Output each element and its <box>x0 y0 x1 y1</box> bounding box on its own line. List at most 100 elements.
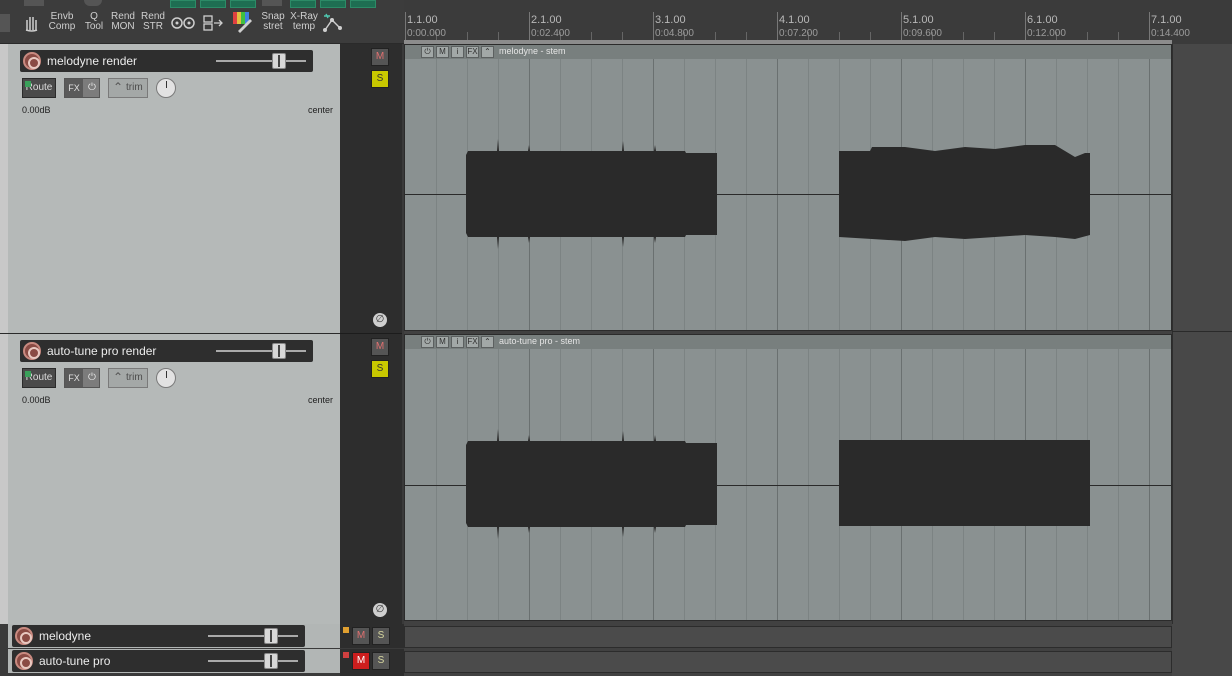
envb-comp-button[interactable]: Envb Comp <box>48 12 76 32</box>
fx-bypass-icon[interactable]: ⏻ <box>84 369 100 387</box>
rend-mon-button[interactable]: Rend MON <box>108 12 138 32</box>
track-name[interactable]: melodyne <box>39 629 91 643</box>
fx-label[interactable]: FX <box>65 369 83 387</box>
phase-invert-icon[interactable]: ∅ <box>373 603 387 617</box>
item-mute-icon[interactable]: M <box>436 46 449 58</box>
toolbar-icon-top[interactable] <box>262 0 282 6</box>
toolbar-icon-top[interactable] <box>84 0 102 6</box>
solo-button[interactable]: S <box>372 652 390 670</box>
xray-temp-button[interactable]: X-Ray temp <box>288 12 320 32</box>
toolbar-icon-top[interactable] <box>24 0 44 6</box>
rend-str-button[interactable]: Rend STR <box>138 12 168 32</box>
pan-knob[interactable] <box>156 78 176 98</box>
item-envelope-icon[interactable]: ⌃ <box>481 46 494 58</box>
mute-button[interactable]: M <box>371 338 389 356</box>
route-arrow-icon[interactable] <box>202 13 224 33</box>
tape-reel-icon[interactable] <box>171 14 197 32</box>
track-control-panel[interactable]: melodyne render Route FX ⏻ trim 0.00dB c… <box>0 44 340 334</box>
fx-button[interactable]: FX ⏻ <box>64 368 100 388</box>
media-item[interactable]: ⏻ M i FX ⌃ melodyne - stem <box>404 44 1172 331</box>
toolbar-green-button[interactable] <box>290 0 316 8</box>
waveform <box>466 139 1090 249</box>
arrange-empty-area[interactable] <box>1172 44 1232 624</box>
mute-button[interactable]: M <box>371 48 389 66</box>
reaper-window: Envb Comp Q Tool Rend MON Rend STR Snap stret <box>0 0 1232 676</box>
fx-button[interactable]: FX ⏻ <box>64 78 100 98</box>
route-button[interactable]: Route <box>22 78 56 98</box>
item-header[interactable]: ⏻ M i FX ⌃ auto-tune pro - stem <box>405 335 1171 349</box>
item-power-icon[interactable]: ⏻ <box>421 46 434 58</box>
snap-stret-button[interactable]: Snap stret <box>258 12 288 32</box>
volume-fader-track[interactable] <box>208 660 298 662</box>
track-name[interactable]: auto-tune pro render <box>47 344 156 358</box>
trim-button[interactable]: trim <box>108 78 148 98</box>
fx-label[interactable]: FX <box>65 79 83 97</box>
record-arm-button[interactable] <box>23 52 41 70</box>
track-lane[interactable] <box>404 651 1172 673</box>
arrange-view[interactable]: ⏻ M i FX ⌃ melodyne - stem ⏻ M i FX ⌃ au… <box>404 44 1232 676</box>
ruler-major-tick <box>529 12 530 40</box>
item-info-icon[interactable]: i <box>451 46 464 58</box>
solo-button[interactable]: S <box>371 360 389 378</box>
record-arm-button[interactable] <box>15 652 33 670</box>
fx-bypass-icon[interactable]: ⏻ <box>84 79 100 97</box>
phase-invert-icon[interactable]: ∅ <box>373 313 387 327</box>
envelope-nodes-icon[interactable] <box>322 12 344 34</box>
item-header-icons: ⏻ M i FX ⌃ <box>421 336 494 348</box>
mute-button[interactable]: M <box>352 627 370 645</box>
track-name[interactable]: auto-tune pro <box>39 654 110 668</box>
solo-button[interactable]: S <box>372 627 390 645</box>
item-name: melodyne - stem <box>499 46 566 56</box>
toolbar-green-button[interactable] <box>230 0 256 8</box>
track-name-bar[interactable]: melodyne render <box>20 50 313 72</box>
volume-fader-track[interactable] <box>216 350 306 352</box>
ruler-minor-tick <box>591 32 592 40</box>
record-arm-button[interactable] <box>15 627 33 645</box>
toolbar-edge-icon[interactable] <box>0 12 12 34</box>
media-item[interactable]: ⏻ M i FX ⌃ auto-tune pro - stem <box>404 334 1172 621</box>
track-control-panel[interactable]: melodyne <box>8 624 340 648</box>
track-control-panel[interactable]: auto-tune pro render Route FX ⏻ trim 0.0… <box>0 334 340 624</box>
volume-fader-handle[interactable] <box>264 653 278 669</box>
item-fx-icon[interactable]: FX <box>466 336 479 348</box>
arrange-empty-area[interactable] <box>1172 624 1232 676</box>
item-power-icon[interactable]: ⏻ <box>421 336 434 348</box>
item-mute-icon[interactable]: M <box>436 336 449 348</box>
route-button[interactable]: Route <box>22 368 56 388</box>
track-name-bar[interactable]: melodyne <box>12 625 305 647</box>
toolbar-green-button[interactable] <box>320 0 346 8</box>
item-envelope-icon[interactable]: ⌃ <box>481 336 494 348</box>
solo-button[interactable]: S <box>371 70 389 88</box>
color-pencil-icon[interactable] <box>232 11 254 33</box>
track-divider <box>340 333 402 334</box>
toolbar-green-button[interactable] <box>350 0 376 8</box>
ruler-bar-label: 1.1.00 <box>407 14 438 26</box>
pan-knob[interactable] <box>156 368 176 388</box>
q-tool-button[interactable]: Q Tool <box>80 12 108 32</box>
track-lane[interactable] <box>404 626 1172 648</box>
volume-readout: 0.00dB <box>22 105 51 115</box>
volume-fader-track[interactable] <box>216 60 306 62</box>
trim-button[interactable]: trim <box>108 368 148 388</box>
ruler-major-tick <box>1025 12 1026 40</box>
toolbar-green-button[interactable] <box>170 0 196 8</box>
item-indicator <box>343 627 349 633</box>
mute-button[interactable]: M <box>352 652 370 670</box>
volume-fader-track[interactable] <box>208 635 298 637</box>
toolbar-green-button[interactable] <box>200 0 226 8</box>
item-header[interactable]: ⏻ M i FX ⌃ melodyne - stem <box>405 45 1171 59</box>
ruler-bar-label: 7.1.00 <box>1151 14 1182 26</box>
track-name-bar[interactable]: auto-tune pro render <box>20 340 313 362</box>
track-control-panel[interactable]: auto-tune pro <box>8 649 340 673</box>
volume-fader-handle[interactable] <box>264 628 278 644</box>
record-arm-button[interactable] <box>23 342 41 360</box>
grab-hand-icon[interactable] <box>22 12 42 32</box>
track-name[interactable]: melodyne render <box>47 54 137 68</box>
track-name-bar[interactable]: auto-tune pro <box>12 650 305 672</box>
volume-fader-handle[interactable] <box>272 53 286 69</box>
timeline-ruler[interactable]: 1.1.00 0:00.000 2.1.00 0:02.400 3.1.00 0… <box>404 0 1232 44</box>
item-info-icon[interactable]: i <box>451 336 464 348</box>
volume-fader-handle[interactable] <box>272 343 286 359</box>
ruler-minor-tick <box>1118 32 1119 40</box>
item-fx-icon[interactable]: FX <box>466 46 479 58</box>
